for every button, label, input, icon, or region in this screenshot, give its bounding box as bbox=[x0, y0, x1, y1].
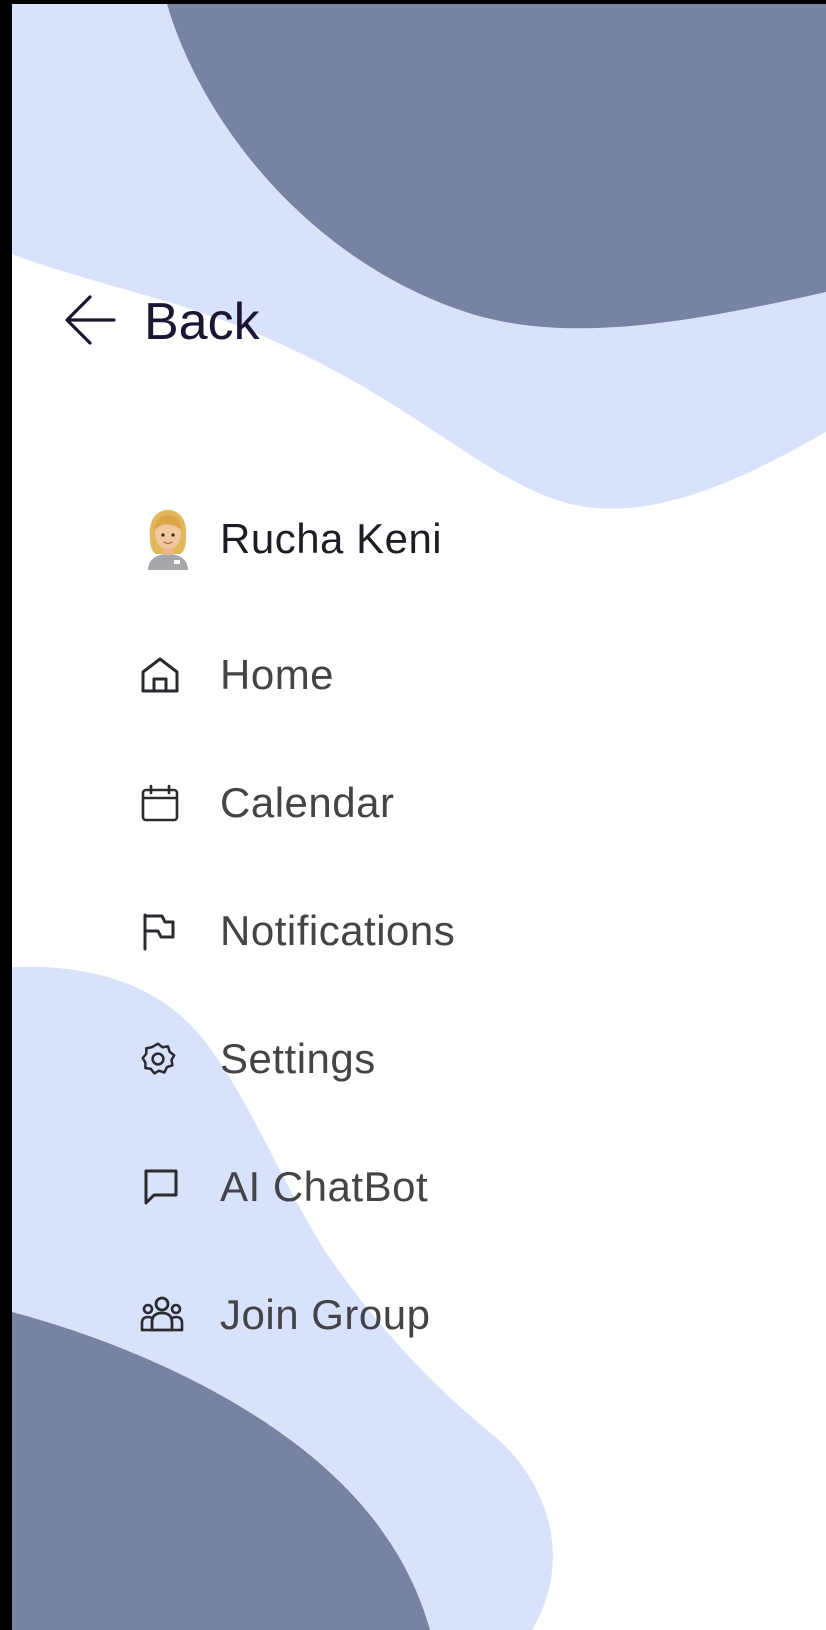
background-blobs bbox=[12, 4, 826, 1630]
back-button[interactable]: Back bbox=[62, 286, 260, 358]
profile-item[interactable]: Rucha Keni bbox=[140, 499, 442, 579]
calendar-icon bbox=[140, 773, 220, 833]
menu-item-join-group[interactable]: Join Group bbox=[140, 1275, 430, 1355]
menu-item-label: Calendar bbox=[220, 779, 395, 826]
chat-bubble-icon bbox=[140, 1157, 220, 1217]
avatar bbox=[144, 508, 192, 570]
group-icon bbox=[140, 1285, 220, 1345]
flag-icon bbox=[140, 901, 220, 961]
menu-item-label: Home bbox=[220, 651, 335, 698]
menu-item-notifications[interactable]: Notifications bbox=[140, 891, 455, 971]
gear-icon bbox=[140, 1029, 220, 1089]
back-label: Back bbox=[144, 293, 260, 351]
home-icon bbox=[140, 645, 220, 705]
menu-item-label: Notifications bbox=[220, 907, 456, 954]
arrow-left-icon bbox=[62, 292, 118, 353]
menu-item-calendar[interactable]: Calendar bbox=[140, 763, 394, 843]
menu-item-ai-chatbot[interactable]: AI ChatBot bbox=[140, 1147, 428, 1227]
menu-item-label: AI ChatBot bbox=[220, 1163, 429, 1210]
menu-item-label: Settings bbox=[220, 1035, 376, 1082]
profile-name: Rucha Keni bbox=[220, 515, 443, 562]
menu-item-home[interactable]: Home bbox=[140, 635, 334, 715]
menu-item-label: Join Group bbox=[220, 1291, 431, 1338]
side-menu-screen: Back Rucha Keni Home Calendar Notificati… bbox=[12, 4, 826, 1630]
menu-item-settings[interactable]: Settings bbox=[140, 1019, 376, 1099]
